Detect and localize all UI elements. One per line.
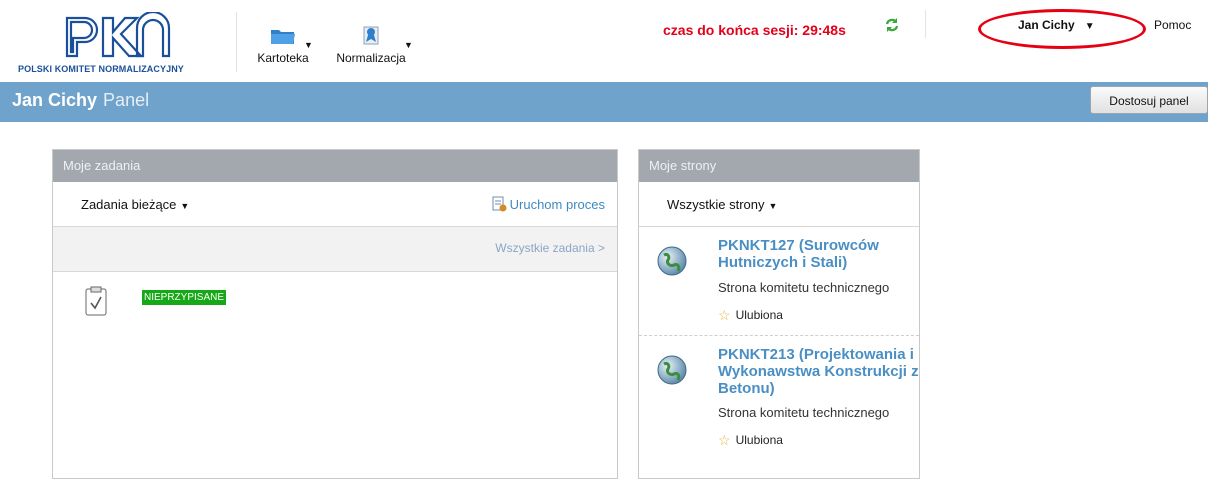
site-item: PKNKT213 (Projektowania i Wykonawstwa Ko…: [639, 336, 919, 456]
page-title: Jan Cichy Panel: [12, 90, 149, 111]
chevron-down-icon: ▼: [768, 201, 778, 211]
site-item: PKNKT127 (Surowców Hutniczych i Stali) S…: [639, 227, 919, 336]
globe-icon: [657, 355, 687, 385]
divider: [925, 10, 926, 38]
start-process-icon: [492, 196, 507, 212]
menu-kartoteka[interactable]: ▼ Kartoteka: [248, 22, 318, 74]
page-header-bar: Jan Cichy Panel Dostosuj panel: [0, 82, 1208, 122]
favorite-toggle[interactable]: ☆ Ulubiona: [718, 307, 783, 324]
highlight-ellipse: [978, 9, 1146, 49]
top-navigation: POLSKI KOMITET NORMALIZACYJNY ▼ Kartotek…: [0, 0, 1208, 79]
menu-normalizacja-label: Normalizacja: [336, 51, 406, 65]
star-icon: ☆: [718, 432, 731, 448]
task-item[interactable]: NIEPRZYPISANE: [53, 272, 617, 432]
sites-filter-label: Wszystkie strony: [667, 197, 765, 212]
customize-panel-button[interactable]: Dostosuj panel: [1090, 86, 1208, 114]
my-sites-panel: Moje strony Wszystkie strony ▼ PKNKT127 (…: [638, 149, 920, 479]
divider: [236, 12, 237, 72]
tasks-subbar: Wszystkie zadania >: [53, 227, 617, 272]
session-timer: czas do końca sesji: 29:48s: [663, 22, 846, 38]
chevron-down-icon: ▼: [404, 40, 413, 50]
start-process-link[interactable]: Uruchom proces: [491, 196, 605, 212]
my-tasks-title: Moje zadania: [53, 150, 617, 182]
site-name-link[interactable]: PKNKT127 (Surowców Hutniczych i Stali): [718, 237, 919, 271]
page-title-section: Panel: [103, 90, 150, 110]
my-sites-title: Moje strony: [639, 150, 919, 182]
help-link[interactable]: Pomoc: [1154, 18, 1191, 32]
logo-text: POLSKI KOMITET NORMALIZACYJNY: [18, 64, 184, 74]
tasks-filter-dropdown[interactable]: Zadania bieżące ▼: [81, 197, 189, 212]
menu-kartoteka-label: Kartoteka: [257, 51, 309, 65]
chevron-down-icon: ▼: [180, 201, 190, 211]
status-badge: NIEPRZYPISANE: [142, 290, 227, 305]
site-name-link[interactable]: PKNKT213 (Projektowania i Wykonawstwa Ko…: [718, 346, 919, 397]
task-clipboard-icon: [85, 286, 107, 316]
folder-icon: ▼: [248, 22, 318, 50]
star-icon: ☆: [718, 307, 731, 323]
tasks-filter-label: Zadania bieżące: [81, 197, 177, 212]
pkn-logo[interactable]: POLSKI KOMITET NORMALIZACYJNY: [18, 12, 218, 76]
start-process-label: Uruchom proces: [509, 197, 605, 212]
favorite-label: Ulubiona: [735, 308, 783, 322]
chevron-down-icon: ▼: [304, 40, 313, 50]
page-title-user: Jan Cichy: [12, 90, 98, 110]
favorite-toggle[interactable]: ☆ Ulubiona: [718, 432, 783, 449]
all-tasks-link[interactable]: Wszystkie zadania >: [495, 241, 605, 255]
my-tasks-panel: Moje zadania Zadania bieżące ▼ Uruchom pr…: [52, 149, 618, 479]
sites-filter-dropdown[interactable]: Wszystkie strony ▼: [667, 197, 777, 212]
my-tasks-toolbar: Zadania bieżące ▼ Uruchom proces: [53, 182, 617, 227]
pkn-logo-mark: [65, 12, 171, 58]
favorite-label: Ulubiona: [735, 433, 783, 447]
site-description: Strona komitetu technicznego: [718, 280, 890, 295]
globe-icon: [657, 246, 687, 276]
my-sites-toolbar: Wszystkie strony ▼: [639, 182, 919, 227]
standards-icon: ▼: [326, 22, 416, 50]
site-description: Strona komitetu technicznego: [718, 405, 890, 420]
menu-normalizacja[interactable]: ▼ Normalizacja: [326, 22, 416, 74]
refresh-icon[interactable]: [884, 17, 900, 33]
